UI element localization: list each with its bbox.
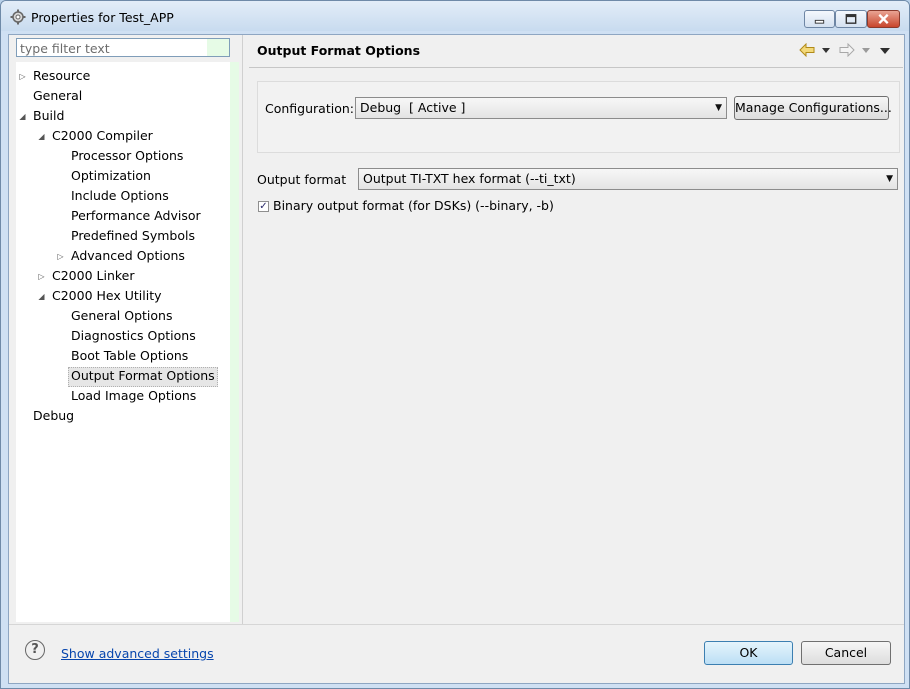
forward-arrow-icon[interactable] bbox=[839, 43, 855, 57]
maximize-button[interactable] bbox=[835, 10, 867, 28]
tree-scroll-strip bbox=[230, 62, 239, 622]
expanded-triangle-icon[interactable]: ◢ bbox=[37, 292, 46, 301]
show-advanced-settings-link[interactable]: Show advanced settings bbox=[61, 646, 214, 661]
binary-output-label: Binary output format (for DSKs) (--binar… bbox=[273, 198, 554, 213]
tree-item[interactable]: Optimization bbox=[71, 167, 151, 185]
window-title: Properties for Test_APP bbox=[31, 10, 174, 25]
tree-item[interactable]: Output Format Options bbox=[68, 367, 218, 387]
filter-placeholder: type filter text bbox=[20, 41, 110, 56]
collapsed-triangle-icon[interactable]: ▷ bbox=[56, 252, 65, 261]
tree-item[interactable]: Boot Table Options bbox=[71, 347, 188, 365]
back-menu-icon[interactable] bbox=[821, 43, 831, 57]
forward-menu-icon[interactable] bbox=[861, 43, 871, 57]
tree-item[interactable]: Debug bbox=[33, 407, 74, 425]
tree-item[interactable]: Build bbox=[33, 107, 64, 125]
help-icon[interactable]: ? bbox=[25, 640, 45, 660]
tree-item[interactable]: C2000 Compiler bbox=[52, 127, 153, 145]
tree-item[interactable]: Predefined Symbols bbox=[71, 227, 195, 245]
tree-item[interactable]: Diagnostics Options bbox=[71, 327, 196, 345]
close-button[interactable] bbox=[867, 10, 900, 28]
collapsed-triangle-icon[interactable]: ▷ bbox=[37, 272, 46, 281]
footer-separator bbox=[9, 624, 904, 625]
tree-item[interactable]: Advanced Options bbox=[71, 247, 185, 265]
title-bar[interactable]: Properties for Test_APP bbox=[1, 1, 909, 31]
close-icon bbox=[878, 13, 889, 25]
tree-item[interactable]: General bbox=[33, 87, 82, 105]
manage-configurations-button[interactable]: Manage Configurations... bbox=[734, 96, 892, 120]
chevron-down-icon: ▼ bbox=[715, 103, 722, 113]
property-tree: ▷ Resource General ◢ Build ◢ C2000 Compiler Pro… bbox=[16, 62, 239, 622]
page-title: Output Format Options bbox=[257, 43, 421, 58]
tree-item[interactable]: Resource bbox=[33, 67, 90, 85]
header-separator bbox=[249, 67, 903, 68]
output-format-select[interactable]: Output TI-TXT hex format (--ti_txt) ▼ bbox=[358, 168, 898, 190]
collapsed-triangle-icon[interactable]: ▷ bbox=[18, 72, 27, 81]
expanded-triangle-icon[interactable]: ◢ bbox=[37, 132, 46, 141]
dialog-body: type filter text ▷ Resource General ◢ Build ◢… bbox=[8, 34, 905, 684]
tree-item[interactable]: C2000 Hex Utility bbox=[52, 287, 162, 305]
gear-app-icon bbox=[10, 9, 26, 25]
filter-input[interactable]: type filter text bbox=[16, 38, 230, 57]
configuration-label: Configuration: bbox=[265, 101, 354, 116]
tree-item[interactable]: General Options bbox=[71, 307, 172, 325]
back-arrow-icon[interactable] bbox=[799, 43, 815, 57]
ok-button[interactable]: OK bbox=[704, 641, 793, 665]
maximize-icon bbox=[845, 14, 857, 24]
configuration-value: Debug [ Active ] bbox=[360, 100, 466, 115]
output-format-value: Output TI-TXT hex format (--ti_txt) bbox=[363, 171, 576, 186]
checkmark-icon: ✓ bbox=[259, 201, 268, 212]
expanded-triangle-icon[interactable]: ◢ bbox=[18, 112, 27, 121]
properties-window: Properties for Test_APP type filter text… bbox=[0, 0, 910, 689]
panel-divider[interactable] bbox=[242, 35, 243, 624]
output-format-label: Output format bbox=[257, 172, 347, 187]
chevron-down-icon: ▼ bbox=[886, 174, 893, 184]
binary-output-checkbox[interactable]: ✓ bbox=[258, 201, 269, 212]
minimize-icon bbox=[814, 19, 825, 24]
tree-item[interactable]: Performance Advisor bbox=[71, 207, 201, 225]
view-menu-icon[interactable] bbox=[879, 43, 891, 57]
tree-item[interactable]: C2000 Linker bbox=[52, 267, 135, 285]
filter-decoration bbox=[207, 39, 229, 56]
tree-item[interactable]: Processor Options bbox=[71, 147, 183, 165]
minimize-button[interactable] bbox=[804, 10, 835, 28]
tree-item[interactable]: Include Options bbox=[71, 187, 169, 205]
cancel-button[interactable]: Cancel bbox=[801, 641, 891, 665]
tree-item[interactable]: Load Image Options bbox=[71, 387, 196, 405]
configuration-select[interactable]: Debug [ Active ] ▼ bbox=[355, 97, 727, 119]
